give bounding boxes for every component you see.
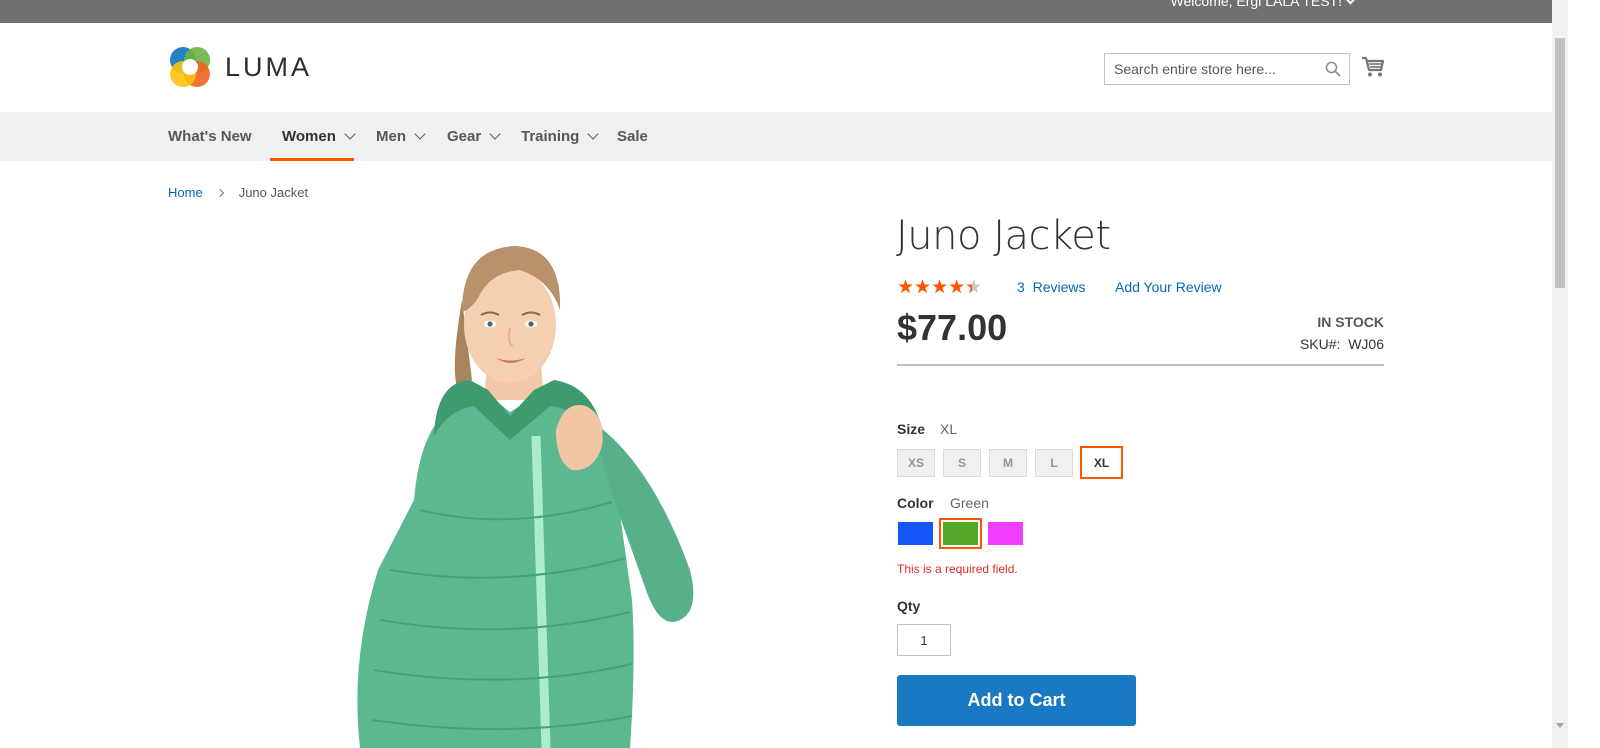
breadcrumb-home-link[interactable]: Home — [168, 185, 203, 200]
nav-item-label: Training — [521, 128, 580, 145]
logo[interactable]: LUMA — [168, 44, 318, 90]
luma-logo-icon — [170, 47, 210, 87]
stock-status: In stock — [1317, 314, 1384, 330]
star-filled-icon: ★★★★★ — [897, 277, 972, 298]
nav-item-label: Women — [282, 128, 336, 145]
size-label: Size — [897, 421, 926, 437]
size-option-xs[interactable]: XS — [897, 449, 935, 477]
divider — [897, 364, 1384, 366]
chevron-down-icon — [344, 127, 356, 140]
sku-label: SKU#: — [1299, 336, 1341, 352]
sku-value: WJ06 — [1348, 336, 1384, 352]
qty-label: Qty — [897, 598, 921, 614]
size-option-xl[interactable]: XL — [1080, 446, 1123, 479]
color-label: Color — [897, 495, 934, 511]
chevron-right-icon — [215, 188, 224, 197]
welcome-text: Welcome, Ergi LALA TEST! — [1170, 0, 1342, 9]
scroll-down-arrow-icon[interactable] — [1556, 723, 1564, 728]
breadcrumb: Home Juno Jacket — [168, 185, 308, 200]
qty-input[interactable] — [897, 624, 951, 656]
nav-item-men[interactable]: Men — [376, 112, 426, 161]
nav-item-whats-new[interactable]: What's New — [168, 112, 252, 161]
product-price: $77.00 — [897, 307, 1008, 348]
product-title: Juno Jacket — [896, 213, 1111, 259]
add-to-cart-button[interactable]: Add to Cart — [897, 675, 1136, 726]
search-icon[interactable] — [1325, 61, 1341, 77]
chevron-down-icon — [489, 127, 501, 140]
scrollbar-thumb[interactable] — [1555, 38, 1565, 288]
required-field-error: This is a required field. — [897, 562, 1018, 576]
size-option-s[interactable]: S — [943, 449, 981, 477]
size-option-l[interactable]: L — [1035, 449, 1073, 477]
breadcrumb-current: Juno Jacket — [238, 185, 309, 200]
add-review-link[interactable]: Add Your Review — [1115, 279, 1222, 295]
top-bar: Welcome, Ergi LALA TEST! — [0, 0, 1552, 23]
welcome-menu[interactable]: Welcome, Ergi LALA TEST! — [1170, 0, 1356, 9]
nav-item-label: Men — [376, 128, 406, 145]
nav-item-label: What's New — [168, 128, 252, 145]
size-option-m[interactable]: M — [989, 449, 1027, 477]
rating-summary: ★★★★★ ★★★★★ — [897, 277, 985, 298]
nav-item-gear[interactable]: Gear — [447, 112, 501, 161]
nav-item-women[interactable]: Women — [270, 112, 356, 161]
page-scrollbar[interactable] — [1552, 0, 1568, 748]
reviews-link[interactable]: 3 Reviews — [1017, 279, 1085, 295]
color-swatch-green[interactable] — [939, 518, 982, 549]
logo-text: LUMA — [225, 51, 313, 82]
search-input[interactable] — [1114, 55, 1319, 83]
nav-item-sale[interactable]: Sale — [617, 112, 648, 161]
chevron-down-icon — [587, 127, 600, 140]
reviews-label: Reviews — [1032, 279, 1086, 295]
chevron-down-icon — [414, 127, 426, 140]
chevron-down-icon — [1345, 0, 1356, 5]
color-swatch-blue[interactable] — [898, 522, 933, 545]
header: LUMA — [0, 23, 1552, 112]
search-box — [1104, 53, 1350, 85]
nav-item-training[interactable]: Training — [521, 112, 600, 161]
product-image[interactable] — [350, 240, 710, 748]
main-nav: What's New Women Men Gear Training Sale — [0, 112, 1552, 161]
page-margin — [1568, 0, 1600, 748]
reviews-count: 3 — [1017, 279, 1025, 295]
cart-icon[interactable] — [1361, 56, 1385, 78]
color-selected-value: Green — [950, 495, 989, 511]
product-photo-jacket — [357, 246, 694, 748]
color-swatch-purple[interactable] — [988, 522, 1023, 545]
nav-item-label: Sale — [617, 128, 648, 145]
size-selected-value: XL — [940, 421, 958, 437]
nav-item-label: Gear — [447, 128, 482, 145]
product-sku: SKU#: WJ06 — [1300, 336, 1384, 352]
rating-stars: ★★★★★ ★★★★★ — [897, 277, 985, 298]
